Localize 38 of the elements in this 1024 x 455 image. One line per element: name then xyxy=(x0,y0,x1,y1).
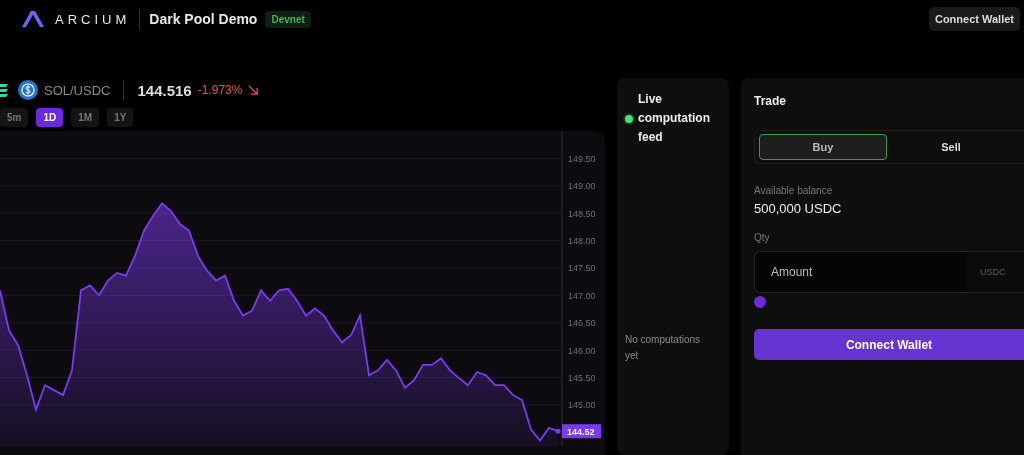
empty-message: No computations yet xyxy=(625,333,702,363)
qty-label: Qty xyxy=(754,232,771,243)
axis-tick-label: 145.50 xyxy=(568,373,596,383)
axis-tick-label: 148.50 xyxy=(568,208,596,219)
axis-tick-label: 147.50 xyxy=(568,263,596,274)
network-badge: Devnet xyxy=(265,10,311,28)
axis-tick-label: 145.00 xyxy=(568,400,596,411)
balance-label: Available balance xyxy=(754,185,834,196)
price-change: -1.973% xyxy=(197,83,243,97)
timeframe-tab[interactable]: 1M xyxy=(71,108,100,127)
connect-wallet-button[interactable]: Connect Wallet xyxy=(754,329,1024,360)
timeframe-tab[interactable]: 5m xyxy=(0,108,29,127)
balance-value: 500,000 USDC xyxy=(754,201,843,216)
price-tag: 144.52 xyxy=(562,424,601,439)
axis-tick-label: 149.50 xyxy=(568,153,596,164)
unit-label: USDC xyxy=(967,251,1024,293)
slider-thumb[interactable] xyxy=(754,296,766,308)
axis-tick-label: 149.00 xyxy=(568,181,596,192)
feed-title: Live computation feed xyxy=(638,91,711,146)
usdc-icon xyxy=(18,80,38,100)
app-title: Dark Pool Demo xyxy=(149,11,258,27)
connect-wallet-button[interactable]: Connect Wallet xyxy=(928,7,1020,31)
brand-name: ARCIUM xyxy=(55,11,131,27)
timeframe-tab[interactable]: 1D xyxy=(36,108,64,127)
logo-icon xyxy=(21,10,45,28)
axis-tick-label: 146.00 xyxy=(568,345,596,356)
side-tab[interactable]: Buy xyxy=(759,134,887,160)
last-point-marker xyxy=(555,428,561,434)
timeframe-tab[interactable]: 1Y xyxy=(107,108,134,127)
trend-arrow-icon xyxy=(248,84,260,96)
axis-tick-label: 147.00 xyxy=(568,290,596,301)
price: 144.516 xyxy=(137,81,192,99)
side-tab[interactable]: Sell xyxy=(887,134,1015,160)
axis-tick-label: 148.00 xyxy=(568,236,596,247)
pair-label: SOL/USDC xyxy=(44,82,111,98)
axis-tick-label: 146.50 xyxy=(568,318,596,329)
amount-field[interactable]: Amount xyxy=(754,251,967,293)
trade-title: Trade xyxy=(754,94,787,108)
